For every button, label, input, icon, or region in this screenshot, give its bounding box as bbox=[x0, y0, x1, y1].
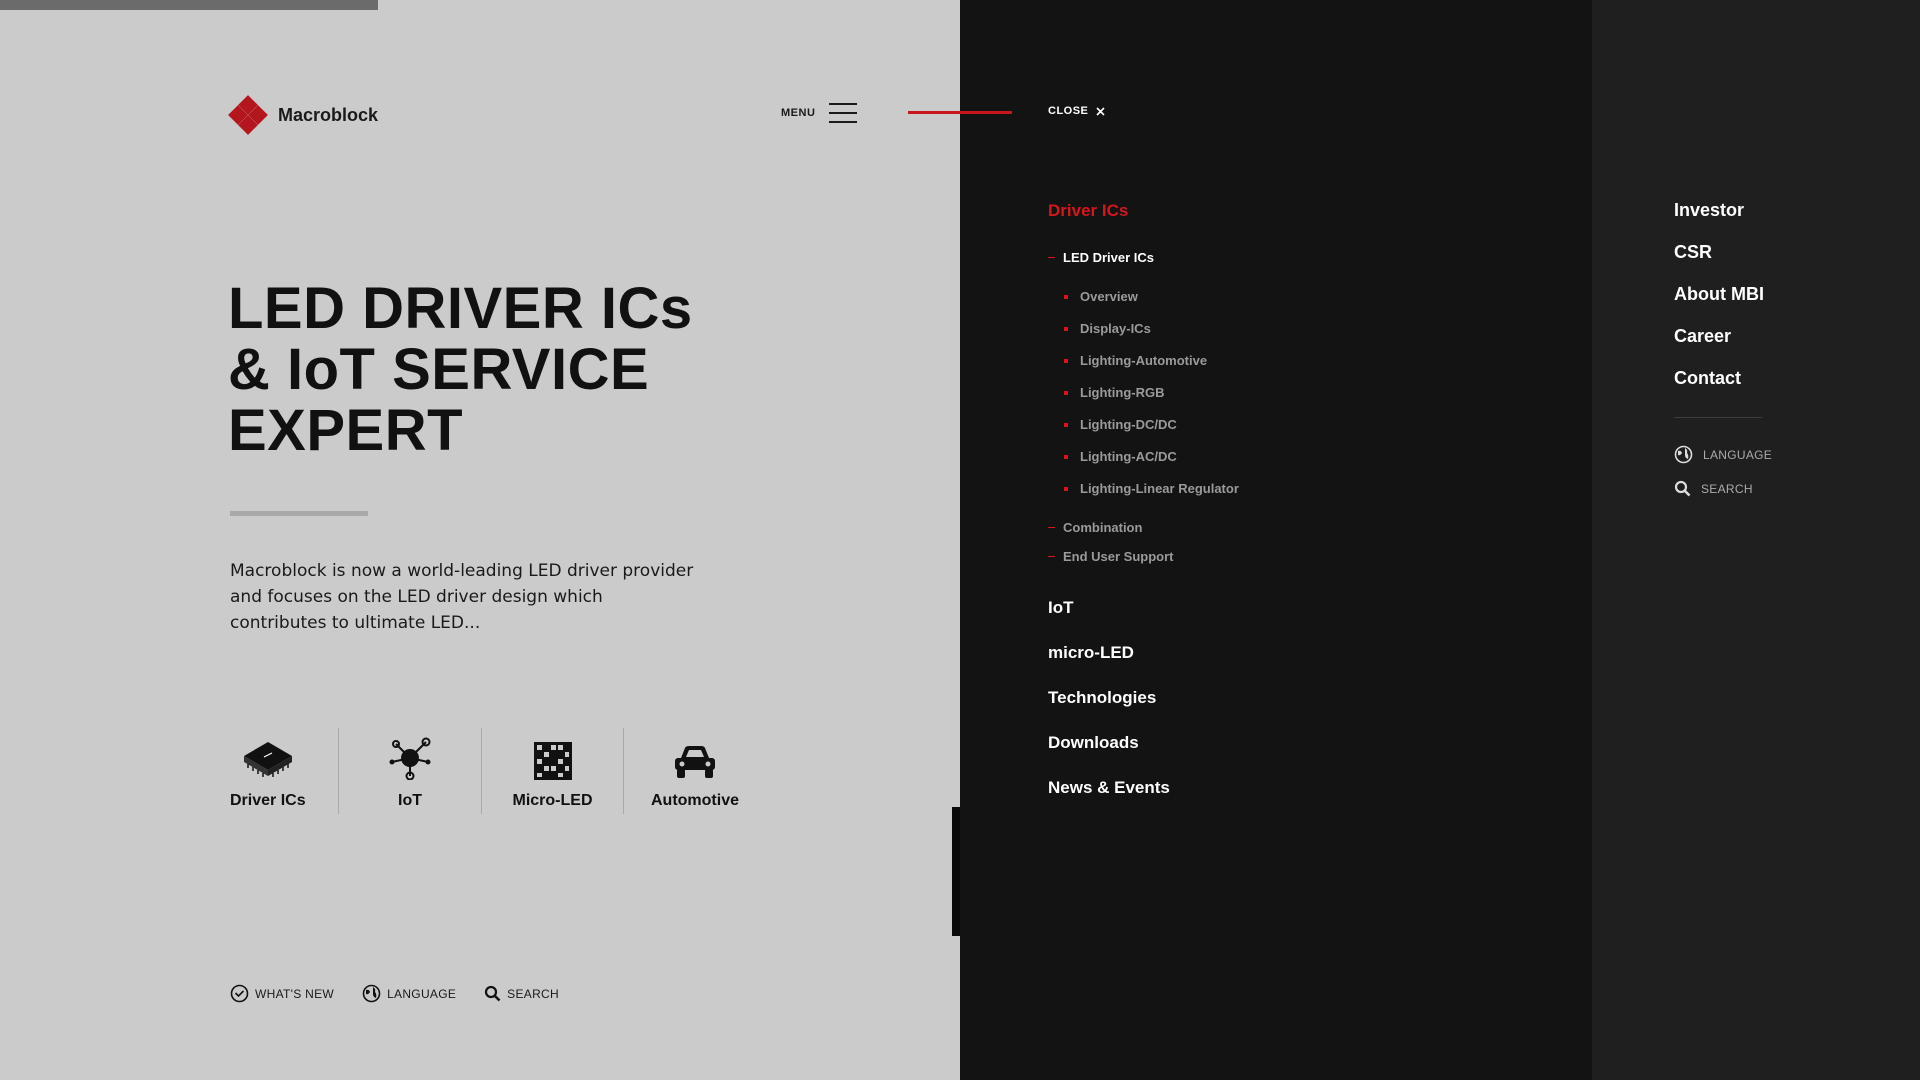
nav-leaf-lighting-ac-dc[interactable]: Lighting-AC/DC bbox=[1064, 449, 1177, 464]
bullet-icon bbox=[1064, 390, 1068, 395]
nav-leaf-label: Lighting-RGB bbox=[1080, 385, 1165, 400]
nav-leaf-lighting-automotive[interactable]: Lighting-Automotive bbox=[1064, 353, 1207, 368]
brand-logo[interactable]: Macroblock bbox=[228, 95, 379, 135]
menu-button[interactable]: MENU bbox=[781, 103, 858, 123]
main-nav-panel bbox=[960, 0, 1592, 1080]
bullet-icon bbox=[1064, 422, 1068, 427]
bullet-icon bbox=[1064, 486, 1068, 491]
nav-leaf-lighting-dc-dc[interactable]: Lighting-DC/DC bbox=[1064, 417, 1177, 432]
scroll-indicator[interactable] bbox=[952, 807, 960, 936]
nav-leaf-label: Overview bbox=[1080, 289, 1138, 304]
bullet-icon bbox=[1064, 294, 1068, 299]
category-label: IoT bbox=[398, 792, 422, 809]
nav-leaf-label: Lighting-Automotive bbox=[1080, 353, 1208, 368]
side-language-link[interactable]: LANGUAGE bbox=[1674, 445, 1772, 464]
category-label: Micro-LED bbox=[512, 792, 593, 809]
dash-icon bbox=[1048, 556, 1055, 557]
nav-leaf-label: Lighting-Linear Regulator bbox=[1080, 481, 1239, 496]
iot-network-icon bbox=[388, 728, 432, 780]
side-link-contact[interactable]: Contact bbox=[1674, 368, 1741, 389]
search-link[interactable]: SEARCH bbox=[484, 984, 559, 1003]
close-button[interactable]: CLOSE bbox=[1048, 105, 1105, 117]
menu-label: MENU bbox=[781, 107, 816, 119]
accent-line bbox=[908, 111, 1012, 114]
secondary-nav-panel bbox=[1592, 0, 1920, 1080]
close-icon bbox=[1096, 106, 1105, 116]
nav-item-downloads[interactable]: Downloads bbox=[1048, 733, 1139, 753]
nav-leaf-label: Lighting-AC/DC bbox=[1080, 449, 1177, 464]
nav-leaf-label: Display-ICs bbox=[1080, 321, 1151, 336]
brand-name: Macroblock bbox=[278, 104, 379, 125]
hamburger-icon bbox=[829, 103, 858, 123]
side-link-csr[interactable]: CSR bbox=[1674, 242, 1712, 263]
chip-icon bbox=[230, 728, 305, 780]
category-list: Driver ICs IoT Micro-LED Automotive bbox=[230, 728, 766, 814]
globe-icon bbox=[1674, 445, 1693, 464]
whats-new-label: WHAT'S NEW bbox=[255, 986, 335, 1001]
side-search-label: SEARCH bbox=[1701, 481, 1753, 496]
category-iot[interactable]: IoT bbox=[339, 728, 482, 814]
car-icon bbox=[673, 728, 717, 780]
nav-leaf-lighting-rgb[interactable]: Lighting-RGB bbox=[1064, 385, 1164, 400]
category-label: Driver ICs bbox=[230, 792, 306, 809]
bullet-icon bbox=[1064, 454, 1068, 459]
whats-new-link[interactable]: WHAT'S NEW bbox=[230, 984, 334, 1003]
dash-icon bbox=[1048, 527, 1055, 528]
nav-item-technologies[interactable]: Technologies bbox=[1048, 688, 1156, 708]
hero-divider bbox=[230, 511, 368, 516]
nav-leaf-overview[interactable]: Overview bbox=[1064, 289, 1138, 304]
side-search-link[interactable]: SEARCH bbox=[1674, 480, 1753, 497]
grid-matrix-icon bbox=[533, 728, 572, 780]
page-progress-bar bbox=[0, 0, 378, 10]
nav-subitem-end-user-support[interactable]: End User Support bbox=[1048, 549, 1174, 564]
nav-item-news-events[interactable]: News & Events bbox=[1048, 778, 1170, 798]
side-link-investor[interactable]: Investor bbox=[1674, 200, 1744, 221]
hero-title-line: EXPERT bbox=[228, 398, 464, 463]
category-label: Automotive bbox=[651, 792, 739, 809]
nav-item-iot[interactable]: IoT bbox=[1048, 598, 1074, 618]
language-link[interactable]: LANGUAGE bbox=[362, 984, 456, 1003]
dash-icon bbox=[1048, 257, 1055, 258]
search-icon bbox=[485, 985, 501, 1002]
nav-item-driver-ics[interactable]: Driver ICs bbox=[1048, 201, 1128, 221]
hero-panel: Macroblock MENU LED DRIVER ICs & IoT SER… bbox=[0, 0, 960, 1080]
search-icon bbox=[1674, 480, 1691, 497]
close-label: CLOSE bbox=[1048, 105, 1089, 117]
nav-subitem-label: End User Support bbox=[1063, 549, 1174, 564]
language-label: LANGUAGE bbox=[387, 986, 457, 1001]
search-label: SEARCH bbox=[507, 986, 559, 1001]
nav-subitem-led-driver-ics[interactable]: LED Driver ICs bbox=[1048, 250, 1154, 265]
side-link-about-mbi[interactable]: About MBI bbox=[1674, 284, 1764, 305]
side-link-career[interactable]: Career bbox=[1674, 326, 1731, 347]
hero-title-line: & IoT SERVICE bbox=[228, 337, 650, 402]
nav-leaf-lighting-linear-regulator[interactable]: Lighting-Linear Regulator bbox=[1064, 481, 1239, 496]
nav-item-micro-led[interactable]: micro-LED bbox=[1048, 643, 1134, 663]
category-micro-led[interactable]: Micro-LED bbox=[482, 728, 624, 814]
nav-leaf-display-ics[interactable]: Display-ICs bbox=[1064, 321, 1151, 336]
category-automotive[interactable]: Automotive bbox=[624, 728, 766, 814]
hero-title: LED DRIVER ICs & IoT SERVICE EXPERT bbox=[228, 278, 748, 461]
side-divider bbox=[1674, 417, 1762, 418]
side-language-label: LANGUAGE bbox=[1703, 447, 1773, 462]
nav-subitem-label: Combination bbox=[1063, 520, 1143, 535]
hero-title-line: LED DRIVER ICs bbox=[228, 276, 693, 341]
globe-icon bbox=[362, 984, 381, 1003]
bullet-icon bbox=[1064, 358, 1068, 363]
macroblock-logo-icon bbox=[228, 95, 268, 135]
nav-subitem-label: LED Driver ICs bbox=[1063, 250, 1155, 265]
nav-subitem-combination[interactable]: Combination bbox=[1048, 520, 1142, 535]
category-driver-ics[interactable]: Driver ICs bbox=[230, 728, 339, 814]
nav-leaf-label: Lighting-DC/DC bbox=[1080, 417, 1177, 432]
check-circle-icon bbox=[230, 984, 249, 1003]
bullet-icon bbox=[1064, 326, 1068, 331]
utility-bar: WHAT'S NEW LANGUAGE SEARCH bbox=[230, 984, 559, 1003]
hero-description: Macroblock is now a world-leading LED dr… bbox=[230, 561, 694, 633]
